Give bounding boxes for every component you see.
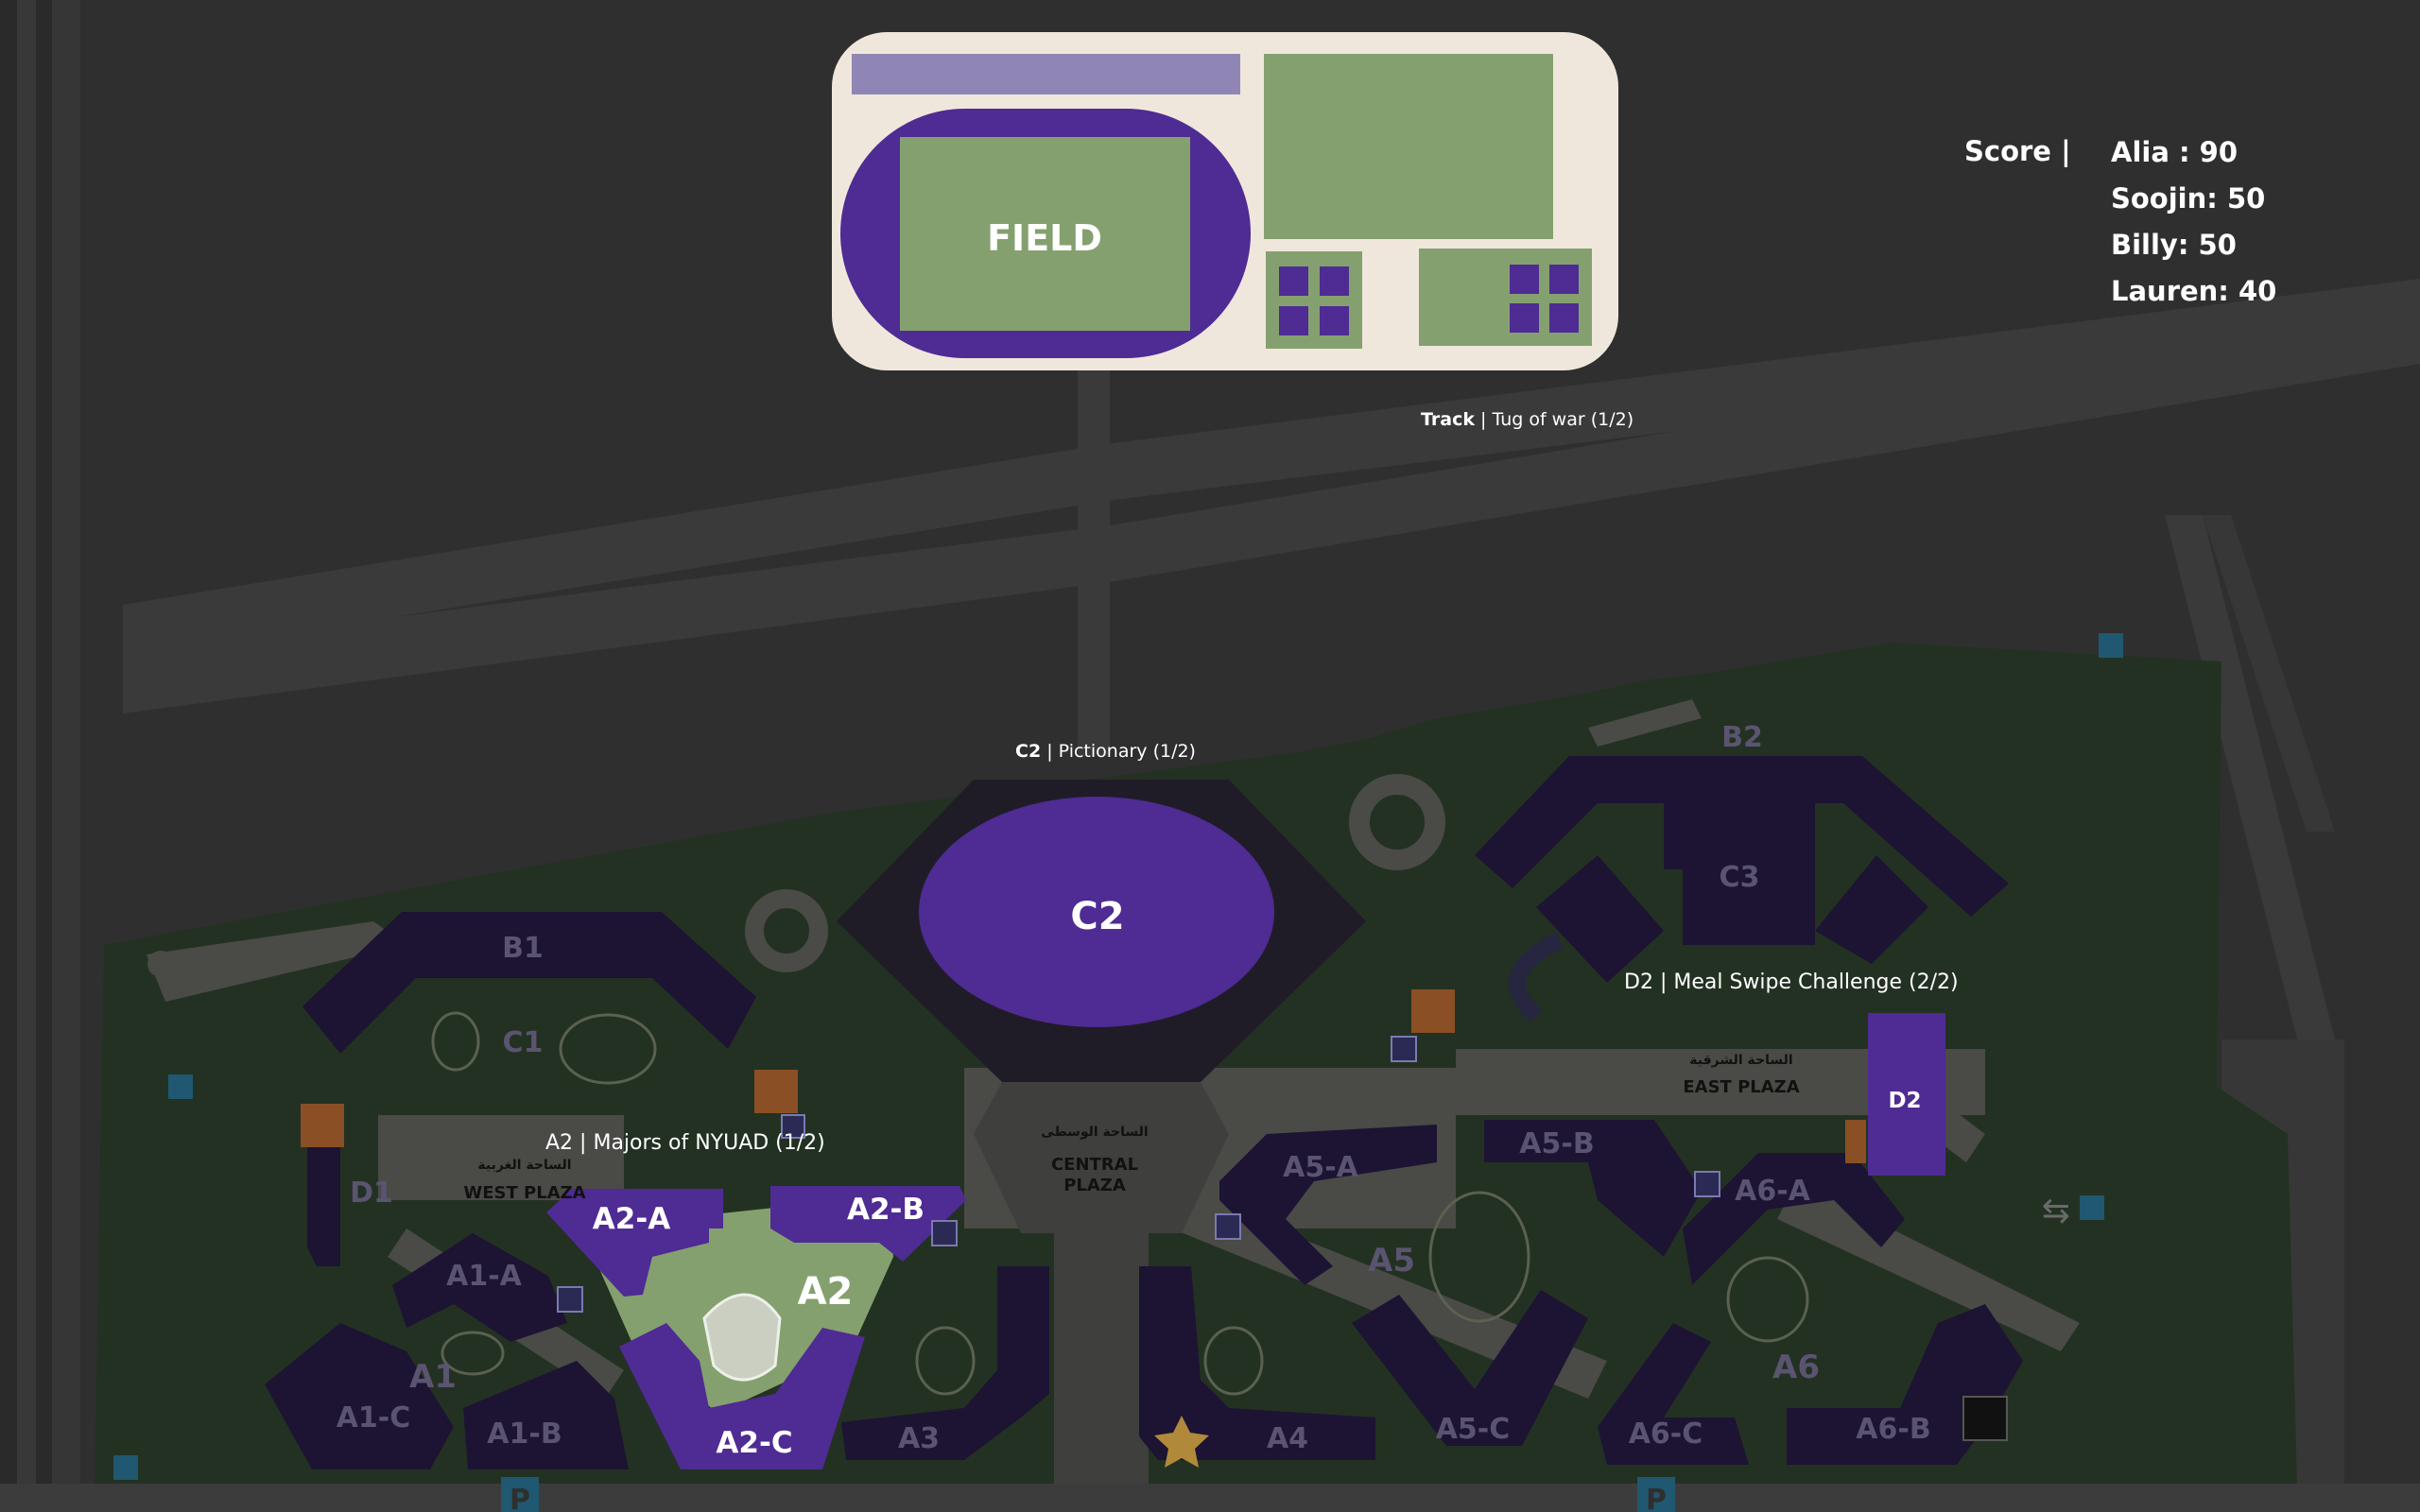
score-entry-billy: Billy: 50 [2111,229,2237,261]
tree-icon [1962,1396,2008,1441]
label-central-plaza-1: CENTRAL [1051,1155,1138,1175]
event-name: Tug of war (1/2) [1492,409,1634,430]
score-list: Alia : 90 Soojin: 50 Billy: 50 Lauren: 4… [2111,135,2276,320]
label-a2: A2 [798,1270,854,1314]
event-separator: | [1046,741,1053,762]
score-title: Score | [1964,135,2071,167]
campus-map[interactable]: P P ⇆ B1 B2 C1 C3 D1 A1-A A1 A1-C A1-B A… [0,0,2420,1512]
event-label-track[interactable]: Track | Tug of war (1/2) [1421,409,1634,430]
track-strip [852,54,1240,94]
label-c3: C3 [1720,861,1760,894]
a2-pod [702,1293,782,1382]
label-a5c: A5-C [1436,1413,1511,1446]
label-central-plaza-ar: الساحة الوسطى [1041,1125,1148,1140]
event-location: D2 [1624,971,1653,994]
label-a6a: A6-A [1735,1175,1811,1208]
label-a6c: A6-C [1629,1418,1703,1451]
label-b1: B1 [502,932,544,965]
label-field: FIELD [987,217,1102,259]
event-label-a2[interactable]: A2 | Majors of NYUAD (1/2) [545,1131,825,1155]
label-east-plaza-ar: الساحة الشرقية [1689,1053,1792,1068]
field-north-east [1264,54,1553,239]
label-a3: A3 [898,1422,940,1455]
svg-text:P: P [1646,1484,1667,1512]
event-label-d2[interactable]: D2 | Meal Swipe Challenge (2/2) [1624,971,1959,994]
event-label-c2[interactable]: C2 | Pictionary (1/2) [1015,741,1196,762]
svg-text:P: P [510,1484,530,1512]
event-name: Majors of NYUAD (1/2) [593,1131,825,1155]
label-a5: A5 [1368,1242,1415,1280]
label-d1: D1 [350,1177,393,1210]
event-location: A2 [545,1131,574,1155]
score-entry-alia: Alia : 90 [2111,136,2238,168]
label-central-plaza-2: PLAZA [1063,1176,1126,1195]
score-entry-lauren: Lauren: 40 [2111,275,2277,307]
label-a1: A1 [409,1358,457,1396]
label-c1: C1 [503,1026,544,1059]
label-a4: A4 [1267,1422,1308,1455]
label-west-plaza: WEST PLAZA [463,1183,585,1203]
label-c2: C2 [1070,895,1124,938]
label-a1a: A1-A [446,1260,523,1293]
sports-field-panel[interactable]: FIELD [832,32,1618,370]
event-separator: | [1659,971,1668,994]
label-b2: B2 [1721,721,1763,754]
label-east-plaza: EAST PLAZA [1683,1077,1799,1097]
event-location: Track [1421,409,1475,430]
label-a5b: A5-B [1519,1127,1594,1160]
label-a6b: A6-B [1856,1413,1930,1446]
label-a2c: A2-C [716,1426,792,1460]
label-a5a: A5-A [1283,1151,1359,1184]
label-a2a: A2-A [593,1202,670,1236]
label-a6: A6 [1772,1349,1820,1386]
score-entry-soojin: Soojin: 50 [2111,182,2266,215]
label-a2b: A2-B [847,1193,925,1227]
event-name: Meal Swipe Challenge (2/2) [1673,971,1959,994]
event-separator: | [579,1131,587,1155]
event-separator: | [1480,409,1487,430]
exit-icon: ⇆ [2042,1192,2070,1230]
label-west-plaza-ar: الساحة الغربية [477,1158,571,1173]
event-name: Pictionary (1/2) [1058,741,1196,762]
label-d2: D2 [1888,1089,1921,1113]
event-location: C2 [1015,741,1042,762]
label-a1b: A1-B [487,1418,562,1451]
label-a1c: A1-C [337,1401,411,1435]
